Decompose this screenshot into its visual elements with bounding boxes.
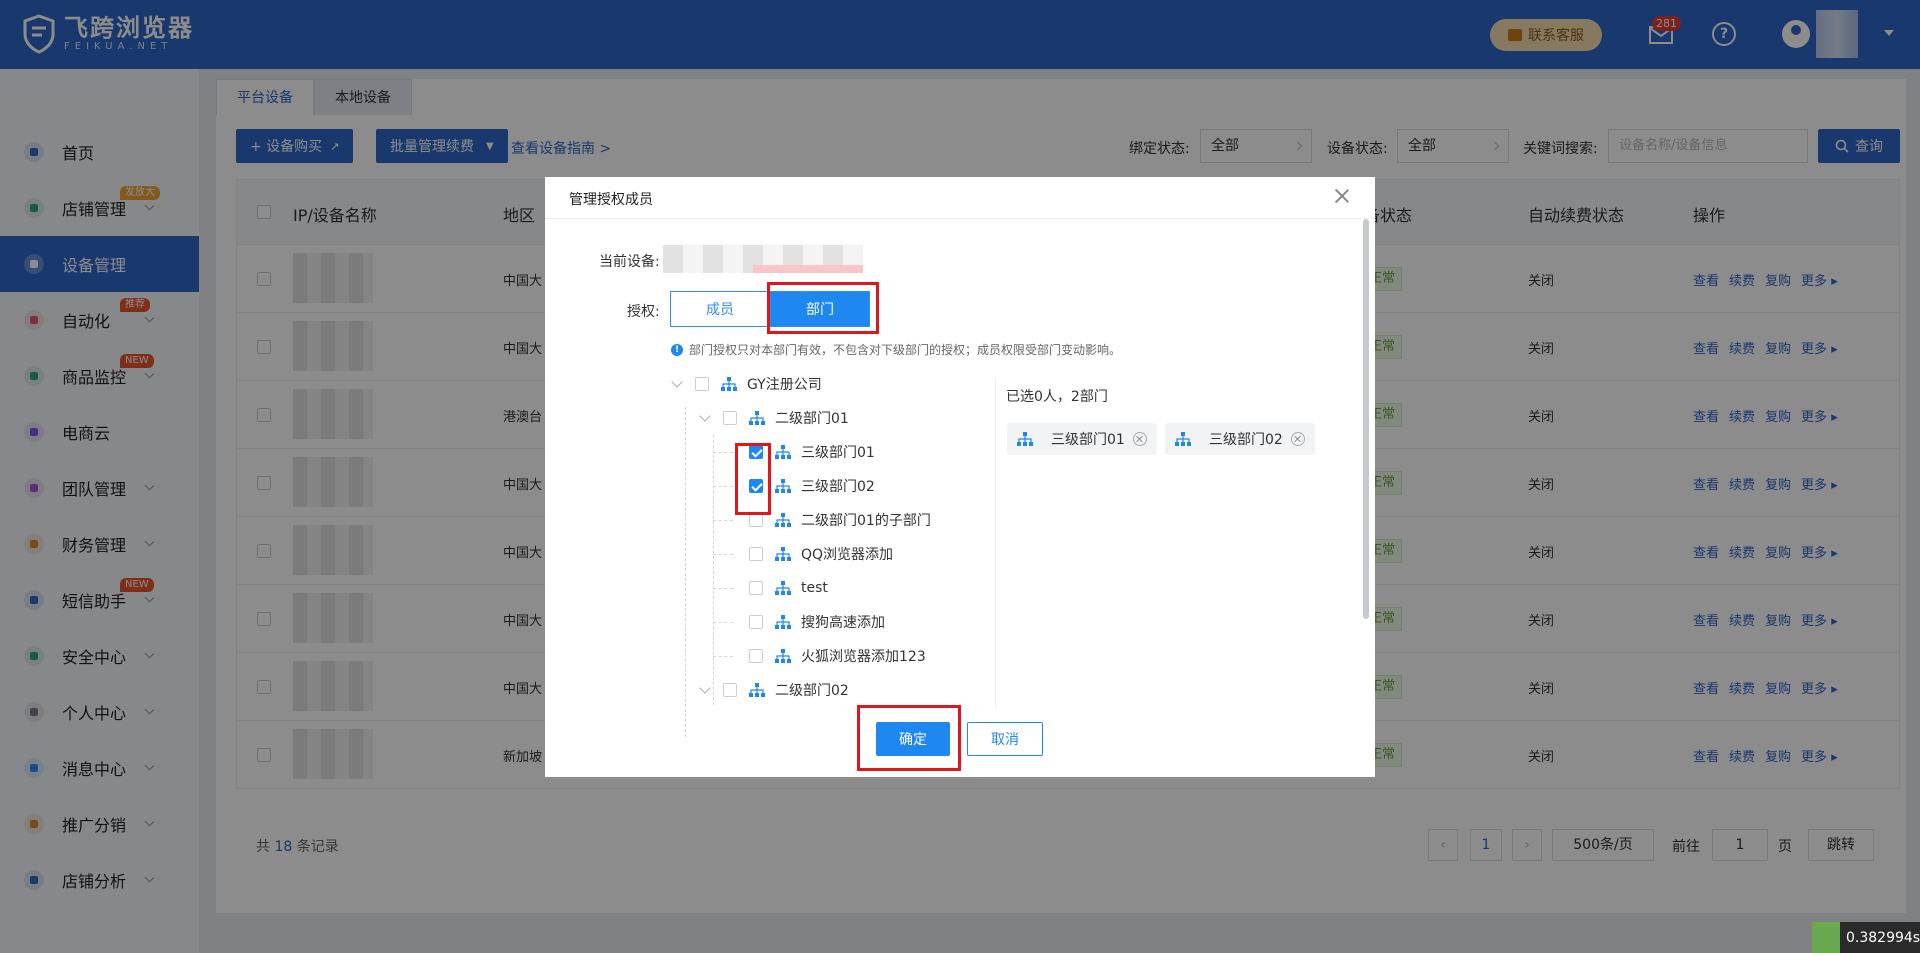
highlight-checked-depts [735,443,771,515]
auth-by-member-button[interactable]: 成员 [670,291,770,327]
modal-divider [545,218,1375,219]
modal-scrollbar[interactable] [1363,219,1369,619]
tree-node-label: GY注册公司 [747,377,822,393]
manage-auth-modal: 管理授权成员 当前设备: 授权: 成员 部门 ! 部门授权只对本部门有效，不包含… [545,177,1375,777]
chevron-down-icon[interactable] [671,376,683,388]
selected-summary: 已选0人，2部门 [1006,389,1108,405]
org-icon [1017,432,1033,446]
current-device-label: 当前设备: [599,254,660,270]
tree-node[interactable]: QQ浏览器添加 [749,542,893,566]
tree-guide-line [713,435,714,705]
tree-node-label: 搜狗高速添加 [801,615,885,631]
tree-node[interactable]: GY注册公司 [671,372,822,396]
org-icon [749,411,765,425]
tree-node-label: 三级部门01 [801,445,875,461]
tree-node[interactable]: 火狐浏览器添加123 [749,644,926,668]
tree-guide-line [713,486,733,487]
tree-guide-line [713,656,733,657]
org-icon [749,683,765,697]
tree-guide-line [713,452,733,453]
tree-node-label: 二级部门02 [775,683,849,699]
chevron-down-icon[interactable] [699,682,711,694]
selected-chip-dept02: 三级部门02 [1165,423,1315,455]
tree-node-checkbox[interactable] [749,581,763,595]
tree-guide-line [713,588,733,589]
tree-node-label: 三级部门02 [801,479,875,495]
tree-node[interactable]: 二级部门02 [699,678,849,702]
tree-node-label: test [801,580,828,596]
tree-node-checkbox[interactable] [723,411,737,425]
dept-auth-hint: ! 部门授权只对本部门有效，不包含对下级部门的授权；成员权限受部门变动影响。 [671,341,1121,358]
org-icon [775,547,791,561]
remove-chip-icon[interactable] [1132,432,1147,446]
chip-label: 三级部门02 [1209,432,1283,448]
tree-node-checkbox[interactable] [723,683,737,697]
tree-node-checkbox[interactable] [695,377,709,391]
remove-chip-icon[interactable] [1290,432,1305,446]
selected-chip-dept01: 三级部门01 [1007,423,1157,455]
tree-node-checkbox[interactable] [749,513,763,527]
tree-guide-line [713,554,733,555]
highlight-dept-button [767,282,879,334]
tree-guide-line [713,520,733,521]
highlight-confirm-button [857,705,961,771]
tree-node-label: 火狐浏览器添加123 [801,649,926,665]
tree-node[interactable]: test [749,576,828,600]
info-icon: ! [671,343,683,356]
org-icon [775,513,791,527]
tree-node-checkbox[interactable] [749,615,763,629]
modal-title: 管理授权成员 [569,192,653,208]
org-icon [775,479,791,493]
org-icon [775,445,791,459]
org-icon [721,377,737,391]
tree-node-label: 二级部门01的子部门 [801,513,931,529]
hint-text: 部门授权只对本部门有效，不包含对下级部门的授权；成员权限受部门变动影响。 [689,343,1122,357]
tree-node-checkbox[interactable] [749,547,763,561]
cancel-button[interactable]: 取消 [967,722,1043,756]
close-icon[interactable] [1333,187,1351,205]
tree-guide-line [685,407,686,737]
chip-label: 三级部门01 [1051,432,1125,448]
tree-node-checkbox[interactable] [749,649,763,663]
tree-guide-line [713,622,733,623]
auth-label: 授权: [627,304,660,320]
org-icon [1175,432,1191,446]
tree-node[interactable]: 二级部门01的子部门 [749,508,931,532]
tree-node[interactable]: 二级部门01 [699,406,849,430]
app-icon [1812,922,1840,953]
timer-readout: 0.382994s [1812,922,1920,953]
chevron-down-icon[interactable] [699,410,711,422]
org-icon [775,581,791,595]
org-icon [775,649,791,663]
tree-node-label: QQ浏览器添加 [801,547,894,563]
tree-node-label: 二级部门01 [775,411,849,427]
org-icon [775,615,791,629]
current-device-redacted [663,245,863,273]
tree-node[interactable]: 搜狗高速添加 [749,610,885,634]
panel-divider [995,377,996,707]
timer-value: 0.382994s [1846,929,1920,946]
